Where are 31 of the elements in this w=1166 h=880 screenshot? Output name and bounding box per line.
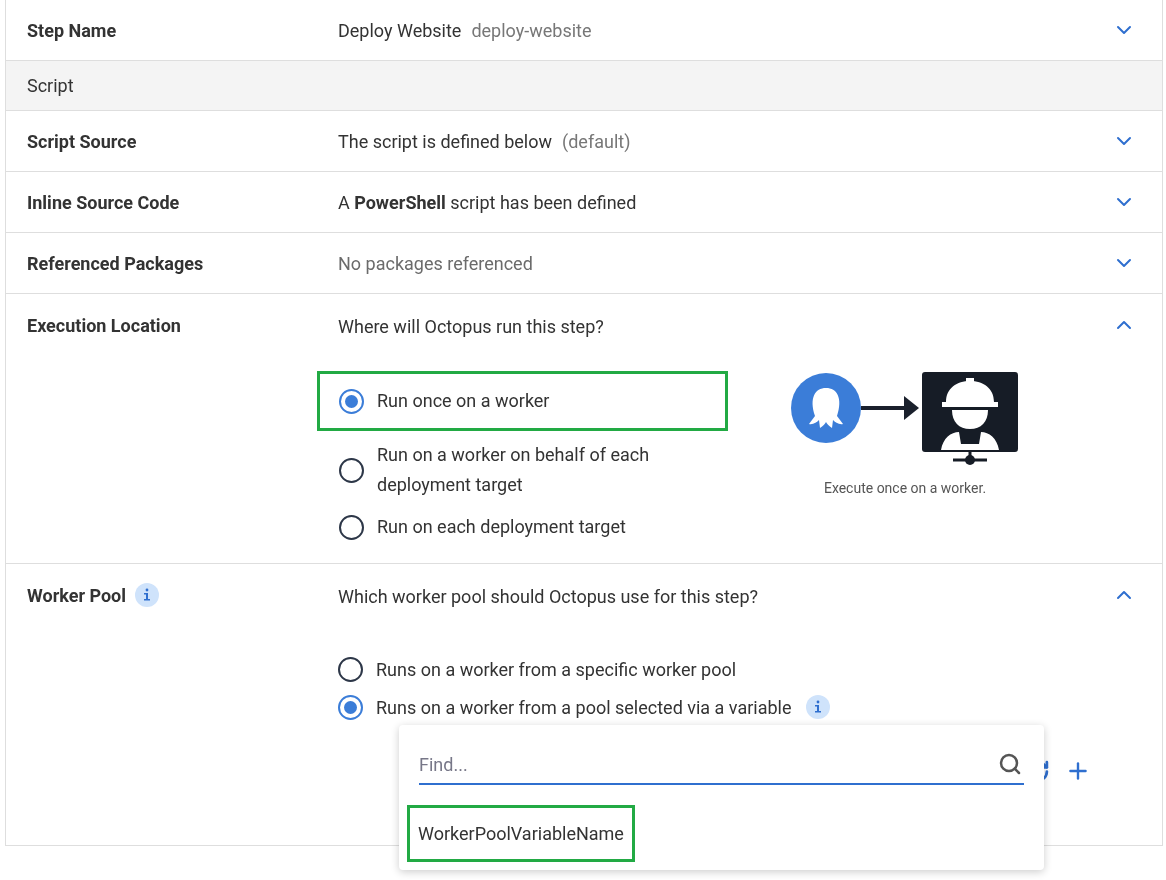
row-label: Inline Source Code bbox=[27, 190, 180, 215]
info-icon[interactable] bbox=[805, 695, 830, 719]
dropdown-item[interactable]: WorkerPoolVariableName bbox=[407, 805, 635, 862]
radio-button[interactable] bbox=[339, 388, 364, 414]
radio-option[interactable]: Runs on a worker from a specific worker pool bbox=[338, 656, 737, 683]
row-label: Referenced Packages bbox=[27, 251, 204, 276]
row-value: A PowerShell script has been defined bbox=[338, 190, 637, 215]
section-header: Script bbox=[6, 61, 1162, 111]
radio-option[interactable]: Run once on a worker bbox=[317, 371, 728, 431]
illustration-caption: Execute once on a worker. bbox=[823, 479, 987, 498]
row-question: Which worker pool should Octopus use for this step? bbox=[338, 585, 760, 607]
row-label: Script Source bbox=[27, 129, 137, 154]
row-label: Worker Pool bbox=[27, 583, 127, 608]
row-value: Deploy Website bbox=[338, 18, 462, 43]
radio-option[interactable]: Runs on a worker from a pool selected via a variable bbox=[338, 694, 830, 721]
row-question: Where will Octopus run this step? bbox=[338, 315, 605, 337]
row-note: (default) bbox=[562, 129, 631, 154]
search-icon[interactable] bbox=[998, 752, 1022, 776]
row-label: Step Name bbox=[27, 18, 117, 43]
radio-button[interactable] bbox=[339, 514, 364, 540]
radio-button[interactable] bbox=[339, 457, 364, 483]
row-note: deploy-website bbox=[471, 18, 592, 43]
radio-button[interactable] bbox=[338, 695, 363, 720]
info-icon[interactable] bbox=[135, 582, 160, 607]
radio-option[interactable]: Run on each deployment target bbox=[317, 506, 770, 548]
row-value: The script is defined below bbox=[338, 129, 553, 154]
row-label: Execution Location bbox=[27, 313, 181, 338]
row-value: No packages referenced bbox=[338, 251, 533, 276]
radio-button[interactable] bbox=[338, 657, 363, 682]
find-input[interactable]: Find... bbox=[419, 750, 998, 778]
radio-option[interactable]: Run on a worker on behalf of each deployment target bbox=[317, 434, 770, 506]
